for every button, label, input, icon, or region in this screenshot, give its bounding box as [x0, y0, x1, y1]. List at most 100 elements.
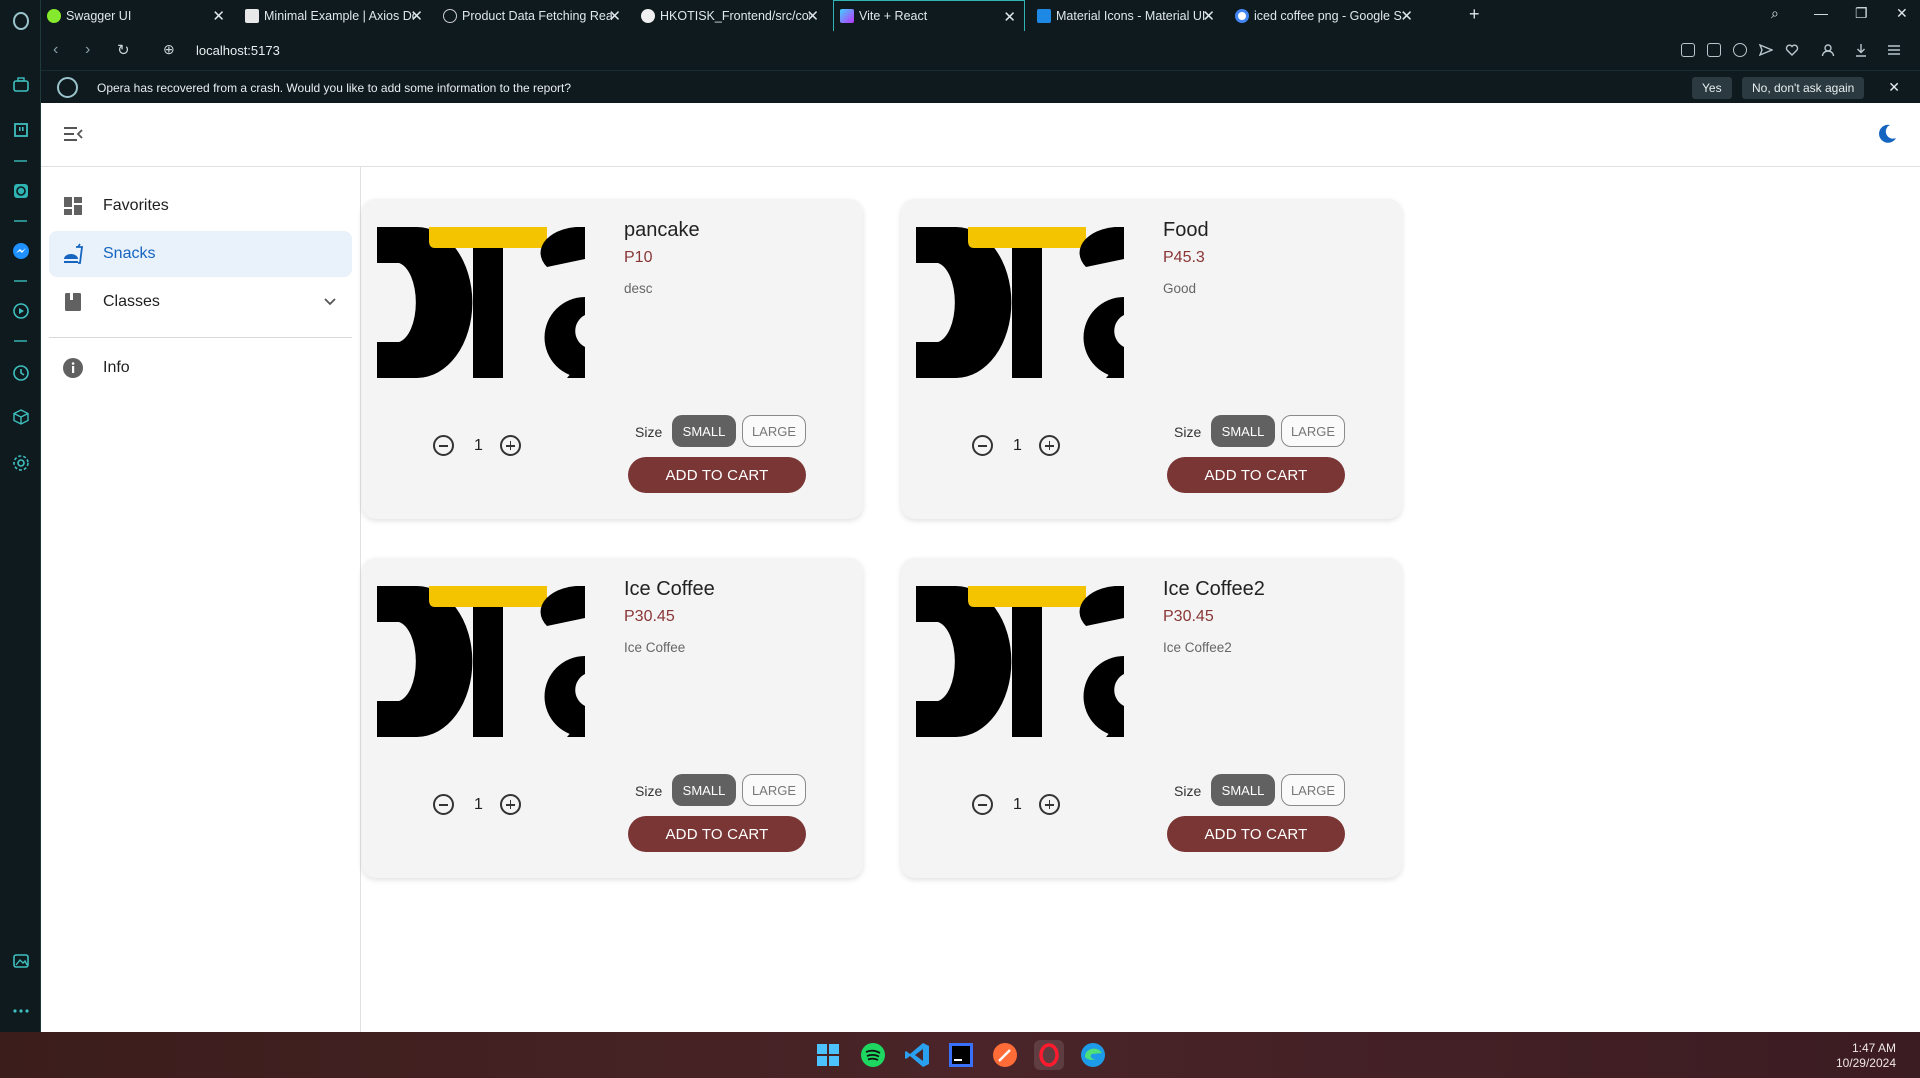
browser-tab[interactable]: Swagger UI ✕ [41, 0, 233, 31]
browser-tab[interactable]: Product Data Fetching Reac ✕ [437, 0, 629, 31]
nav-item-snacks[interactable]: Snacks [49, 231, 352, 277]
increase-quantity-icon[interactable] [500, 794, 521, 815]
opera-logo-icon[interactable] [10, 10, 31, 31]
player-icon[interactable] [10, 300, 31, 321]
briefcase-icon[interactable] [10, 74, 31, 95]
menu-icon[interactable] [1887, 43, 1901, 57]
gallery-icon[interactable] [10, 950, 31, 971]
nav-item-info[interactable]: Info [49, 345, 352, 391]
close-tab-icon[interactable]: ✕ [1400, 7, 1413, 25]
sidebar-divider [14, 340, 27, 342]
cube-icon[interactable] [10, 406, 31, 427]
decrease-quantity-icon[interactable] [972, 794, 993, 815]
back-icon[interactable]: ‹ [53, 41, 58, 59]
chevron-down-icon[interactable] [322, 293, 338, 314]
send-icon[interactable] [1758, 43, 1774, 57]
nav-label: Classes [103, 293, 160, 310]
minimize-icon[interactable]: — [1814, 5, 1828, 21]
size-large-toggle[interactable]: LARGE [1281, 774, 1345, 806]
add-to-cart-button[interactable]: ADD TO CART [628, 457, 806, 493]
restore-icon[interactable]: ❐ [1855, 5, 1868, 22]
size-large-toggle[interactable]: LARGE [1281, 415, 1345, 447]
quantity-value: 1 [474, 437, 483, 454]
close-tab-icon[interactable]: ✕ [806, 7, 819, 25]
twitch-icon[interactable] [10, 120, 31, 141]
close-tab-icon[interactable]: ✕ [212, 7, 225, 25]
size-small-toggle[interactable]: SMALL [1211, 774, 1275, 806]
search-tabs-icon[interactable]: ⌕ [1771, 5, 1779, 22]
heart-icon[interactable] [1785, 43, 1799, 57]
share-icon[interactable] [1681, 43, 1695, 57]
forward-icon[interactable]: › [85, 41, 90, 59]
add-to-cart-button[interactable]: ADD TO CART [628, 816, 806, 852]
dark-mode-icon[interactable] [1876, 123, 1898, 145]
google-favicon-icon [1235, 8, 1249, 23]
increase-quantity-icon[interactable] [500, 435, 521, 456]
browser-tab[interactable]: Material Icons - Material UI ✕ [1031, 0, 1223, 31]
browser-tab[interactable]: Minimal Example | Axios Do ✕ [239, 0, 431, 31]
product-price: P30.45 [1163, 608, 1214, 625]
product-image [916, 586, 1124, 737]
increase-quantity-icon[interactable] [1039, 794, 1060, 815]
product-description: desc [624, 281, 653, 296]
adblock-icon[interactable] [1733, 43, 1747, 57]
close-tab-icon[interactable]: ✕ [608, 7, 621, 25]
decrease-quantity-icon[interactable] [433, 794, 454, 815]
close-window-icon[interactable]: ✕ [1896, 5, 1908, 22]
browser-tab[interactable]: iced coffee png - Google S ✕ [1229, 0, 1421, 31]
close-tab-icon[interactable]: ✕ [1202, 7, 1215, 25]
system-clock[interactable]: 1:47 AM 10/29/2024 [1836, 1041, 1896, 1071]
postman-icon[interactable] [990, 1040, 1020, 1070]
opera-taskbar-icon[interactable] [1034, 1040, 1064, 1070]
chatgpt-icon[interactable] [10, 180, 31, 201]
url-field[interactable]: localhost:5173 [196, 43, 280, 58]
add-to-cart-button[interactable]: ADD TO CART [1167, 457, 1345, 493]
opera-icon [57, 77, 78, 98]
opera-sidebar [0, 0, 41, 1032]
nav-item-favorites[interactable]: Favorites [49, 183, 352, 229]
tab-title: HKOTISK_Frontend/src/com [660, 8, 810, 23]
increase-quantity-icon[interactable] [1039, 435, 1060, 456]
add-to-cart-button[interactable]: ADD TO CART [1167, 816, 1345, 852]
reload-icon[interactable]: ↻ [117, 41, 130, 59]
dont-ask-again-button[interactable]: No, don't ask again [1742, 77, 1865, 99]
product-image [377, 227, 585, 378]
close-tab-icon[interactable]: ✕ [1003, 8, 1016, 26]
settings-icon[interactable] [10, 452, 31, 473]
decrease-quantity-icon[interactable] [433, 435, 454, 456]
history-icon[interactable] [10, 362, 31, 383]
close-tab-icon[interactable]: ✕ [410, 7, 423, 25]
messenger-icon[interactable] [10, 240, 31, 261]
nav-label: Favorites [103, 197, 169, 214]
size-small-toggle[interactable]: SMALL [672, 415, 736, 447]
browser-tab-active[interactable]: Vite + React ✕ [833, 0, 1025, 31]
product-price: P10 [624, 249, 653, 266]
sidebar-divider [14, 220, 27, 222]
menu-open-icon[interactable] [63, 125, 83, 143]
edge-icon[interactable] [1078, 1040, 1108, 1070]
browser-tab[interactable]: HKOTISK_Frontend/src/com ✕ [635, 0, 827, 31]
product-image [916, 227, 1124, 378]
profile-icon[interactable] [1821, 43, 1835, 57]
spotify-icon[interactable] [858, 1040, 888, 1070]
decrease-quantity-icon[interactable] [972, 435, 993, 456]
yes-button[interactable]: Yes [1692, 77, 1732, 99]
close-infobar-icon[interactable]: ✕ [1888, 79, 1900, 96]
tab-title: Vite + React [859, 9, 928, 23]
product-card: pancake P10 desc 1 Size SMALL LARGE ADD … [362, 199, 863, 519]
vscode-icon[interactable] [902, 1040, 932, 1070]
intellij-icon[interactable] [946, 1040, 976, 1070]
product-image [377, 586, 585, 737]
size-large-toggle[interactable]: LARGE [742, 774, 806, 806]
size-small-toggle[interactable]: SMALL [672, 774, 736, 806]
size-large-toggle[interactable]: LARGE [742, 415, 806, 447]
download-icon[interactable] [1854, 43, 1868, 57]
more-icon[interactable] [10, 1000, 31, 1021]
windows-start-icon[interactable] [813, 1040, 843, 1070]
address-bar: ‹ › ↻ ⊕ localhost:5173 [41, 31, 1920, 70]
size-small-toggle[interactable]: SMALL [1211, 415, 1275, 447]
site-info-icon[interactable]: ⊕ [163, 41, 175, 58]
snapshot-icon[interactable] [1707, 43, 1721, 57]
nav-item-classes[interactable]: Classes [49, 279, 352, 325]
new-tab-icon[interactable]: + [1469, 4, 1480, 25]
